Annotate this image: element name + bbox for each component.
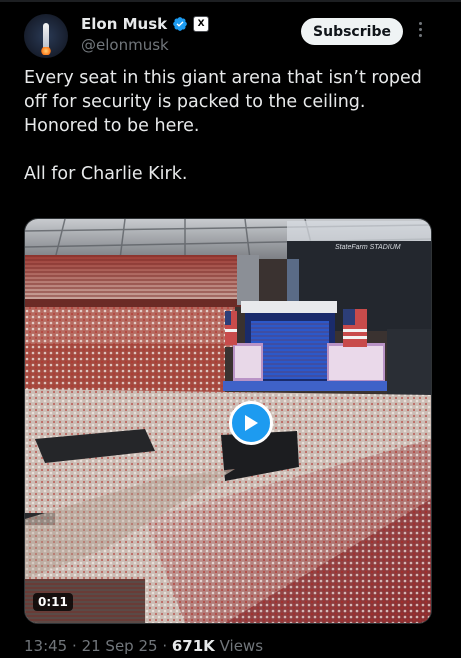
tweet-time[interactable]: 13:45 <box>24 637 67 655</box>
x-affiliation-icon: X <box>193 16 210 32</box>
views-count: 671K <box>171 637 215 655</box>
video-player[interactable]: StateFarm STADIUM 0:11 <box>24 218 432 624</box>
avatar[interactable] <box>24 14 68 58</box>
play-triangle <box>245 415 258 431</box>
arena-video-frame: StateFarm STADIUM <box>25 219 431 623</box>
play-icon[interactable] <box>229 401 273 445</box>
rocket-image <box>43 23 49 49</box>
video-duration: 0:11 <box>33 593 73 611</box>
rocket-flame <box>40 47 52 55</box>
more-vertical-icon[interactable] <box>416 22 424 42</box>
top-divider <box>0 0 461 2</box>
tweet-meta: 13:45 · 21 Sep 25 · 671K Views <box>24 637 264 655</box>
author-name-row: Elon Musk X <box>81 15 210 33</box>
views-label: Views <box>219 637 264 655</box>
subscribe-button[interactable]: Subscribe <box>301 18 403 45</box>
tweet-date[interactable]: 21 Sep 25 <box>82 637 158 655</box>
venue-sign: StateFarm STADIUM <box>335 244 401 251</box>
tweet-paragraph-1: Every seat in this giant arena that isn’… <box>24 68 422 136</box>
verified-badge-icon <box>173 17 187 31</box>
tweet-text: Every seat in this giant arena that isn’… <box>24 66 434 186</box>
author-handle[interactable]: @elonmusk <box>81 36 169 54</box>
tweet-paragraph-2: All for Charlie Kirk. <box>24 164 188 184</box>
author-name[interactable]: Elon Musk <box>81 15 167 33</box>
